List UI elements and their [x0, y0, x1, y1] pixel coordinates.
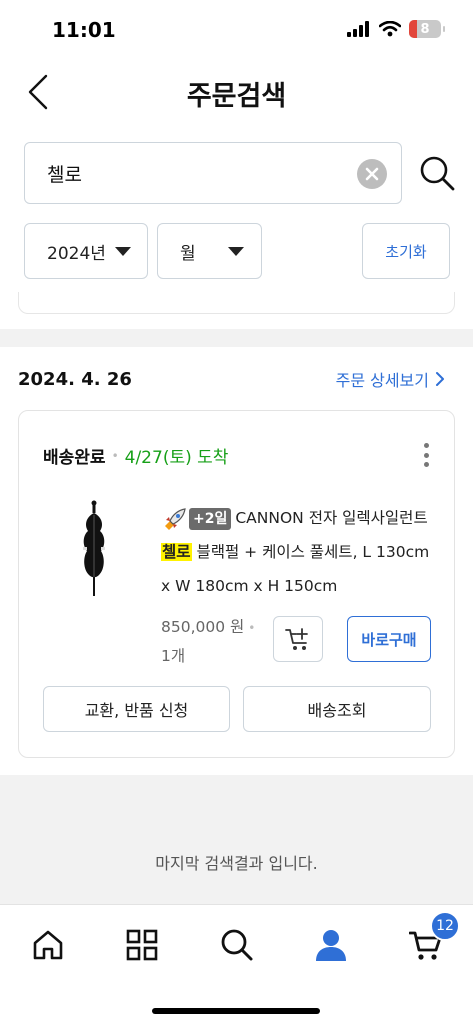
order-detail-link-label: 주문 상세보기	[335, 371, 429, 390]
battery-level: 8	[420, 21, 430, 37]
month-select[interactable]: 월	[157, 223, 262, 279]
end-of-results-text: 마지막 검색결과 입니다.	[155, 854, 318, 873]
section-divider	[0, 329, 473, 347]
more-options-button[interactable]	[416, 441, 436, 469]
user-icon	[316, 930, 346, 961]
grid-icon	[126, 929, 158, 961]
product-title-start: CANNON 전자 일렉사일런트	[235, 509, 428, 527]
year-select-value: 2024년	[47, 243, 106, 264]
search-row	[24, 142, 456, 204]
filter-row: 2024년 월 초기화	[24, 223, 450, 279]
price-quantity: 850,000 원 • 1개	[161, 613, 255, 670]
order-section: 2024. 4. 26 주문 상세보기 배송완료 • 4/27(토) 도착 +2…	[0, 347, 473, 775]
results-end-area	[0, 775, 473, 904]
delivery-status: 배송완료 • 4/27(토) 도착	[43, 443, 228, 468]
previous-card-edge	[18, 292, 455, 314]
chevron-right-icon	[436, 372, 444, 386]
order-card: 배송완료 • 4/27(토) 도착 +2일 CANNON 전자 일렉사일런트 첼…	[18, 410, 455, 758]
product-title: +2일 CANNON 전자 일렉사일런트 첼로 블랙펄 + 케이스 풀세트, L …	[161, 501, 439, 603]
status-bar: 11:01 8	[0, 0, 473, 60]
page-title: 주문검색	[186, 81, 287, 112]
delivery-status-label: 배송완료	[43, 448, 106, 468]
search-input[interactable]	[47, 159, 347, 187]
status-icons: 8	[347, 20, 445, 38]
order-detail-link[interactable]: 주문 상세보기	[336, 367, 445, 391]
track-delivery-button[interactable]: 배송조회	[243, 686, 431, 732]
search-field	[24, 142, 402, 204]
cart-count-badge: 12	[430, 911, 460, 941]
arrival-date: 4/27(토) 도착	[124, 448, 229, 468]
product-title-end: 블랙펄 + 케이스 풀세트, L 130cm x W 180cm x H 150…	[161, 543, 430, 595]
clear-search-button[interactable]	[357, 159, 387, 189]
product-title-highlight: 첼로	[161, 543, 192, 561]
close-icon	[365, 167, 379, 181]
order-date: 2024. 4. 26	[18, 369, 132, 390]
tab-categories[interactable]	[122, 925, 162, 965]
add-to-cart-button[interactable]	[273, 616, 323, 662]
product-thumbnail[interactable]	[69, 499, 119, 599]
reset-button[interactable]: 초기화	[362, 223, 450, 279]
search-button[interactable]	[418, 154, 456, 192]
buy-now-button[interactable]: 바로구매	[347, 616, 431, 662]
caret-down-icon	[115, 247, 131, 256]
home-icon	[33, 930, 63, 960]
cellular-signal-icon	[347, 21, 369, 37]
search-icon	[221, 929, 253, 961]
product-quantity: 1개	[161, 647, 186, 665]
status-time: 11:01	[52, 18, 116, 42]
year-select[interactable]: 2024년	[24, 223, 148, 279]
tab-my-page[interactable]	[311, 925, 351, 965]
rocket-delivery-icon	[165, 507, 186, 530]
cart-add-icon	[285, 628, 308, 650]
search-icon	[420, 156, 455, 191]
product-price: 850,000 원	[161, 618, 245, 636]
bottom-tab-bar: 12	[0, 904, 473, 1024]
caret-down-icon	[228, 247, 244, 256]
delivery-badge: +2일	[189, 507, 232, 530]
separator-dot: •	[111, 448, 119, 463]
home-indicator	[152, 1008, 320, 1014]
tab-cart[interactable]: 12	[406, 911, 460, 965]
exchange-return-button[interactable]: 교환, 반품 신청	[43, 686, 230, 732]
battery-icon: 8	[409, 20, 445, 38]
tab-search[interactable]	[217, 925, 257, 965]
tab-home[interactable]	[28, 925, 68, 965]
wifi-icon	[379, 21, 401, 37]
nav-header: 주문검색	[0, 60, 473, 120]
month-select-value: 월	[180, 243, 196, 264]
product-info[interactable]: +2일 CANNON 전자 일렉사일런트 첼로 블랙펄 + 케이스 풀세트, L …	[161, 501, 439, 603]
separator-dot: •	[248, 621, 256, 635]
